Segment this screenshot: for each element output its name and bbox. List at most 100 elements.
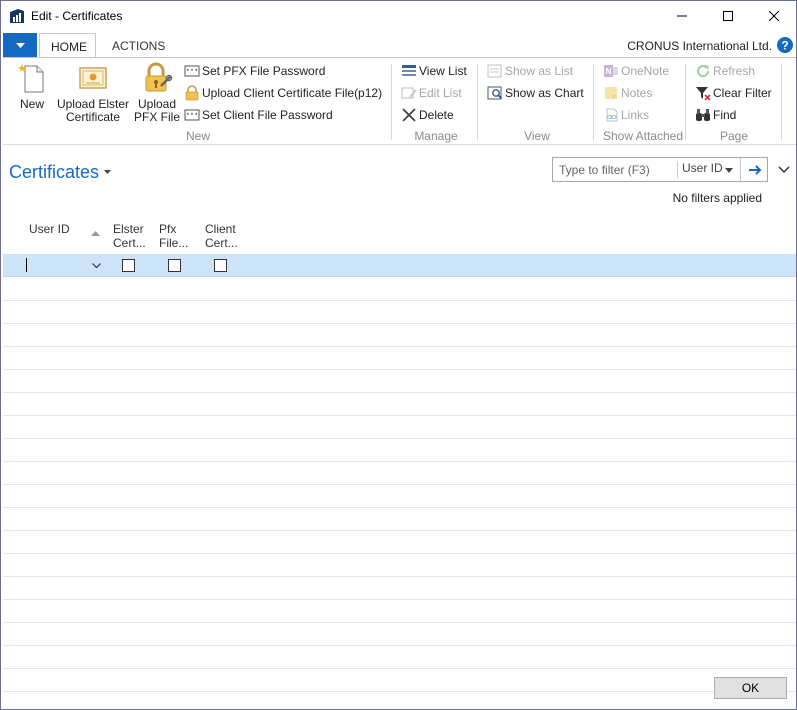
edit-list-button[interactable]: Edit List xyxy=(401,84,462,102)
view-list-button[interactable]: View List xyxy=(401,62,467,80)
show-as-list-button[interactable]: Show as List xyxy=(487,62,573,80)
show-as-list-label: Show as List xyxy=(505,64,574,78)
chevron-down-icon[interactable] xyxy=(92,263,101,268)
lock-icon xyxy=(185,85,199,101)
clear-filter-button[interactable]: Clear Filter xyxy=(695,84,772,102)
empty-table-row xyxy=(3,623,796,646)
group-label-new: New xyxy=(185,129,210,143)
arrow-right-icon xyxy=(748,164,761,175)
set-client-password-button[interactable]: *** Set Client File Password xyxy=(184,106,333,124)
empty-table-row xyxy=(3,485,796,508)
onenote-button[interactable]: N OneNote xyxy=(603,62,669,80)
clear-filter-icon xyxy=(696,87,711,101)
text-cursor xyxy=(26,258,27,272)
tab-home[interactable]: HOME xyxy=(39,33,96,58)
tab-actions[interactable]: ACTIONS xyxy=(101,33,176,57)
set-pfx-password-button[interactable]: *** Set PFX File Password xyxy=(184,62,325,80)
upload-elster-certificate-button[interactable]: Upload Elster Certificate xyxy=(55,62,131,124)
filter-box: User ID xyxy=(552,157,768,182)
column-header-client-certificate[interactable]: Client Cert... xyxy=(205,222,238,250)
links-icon xyxy=(606,108,618,122)
upload-elster-label-2: Certificate xyxy=(65,110,121,124)
lock-key-icon xyxy=(145,62,173,92)
column-header-line-1: Client xyxy=(205,222,236,236)
delete-x-icon xyxy=(402,108,416,122)
refresh-icon xyxy=(697,65,710,78)
upload-client-certificate-button[interactable]: Upload Client Certificate File(p12) xyxy=(184,84,382,102)
empty-table-row xyxy=(3,508,796,531)
empty-table-row xyxy=(3,669,796,692)
refresh-button[interactable]: Refresh xyxy=(695,62,755,80)
find-button[interactable]: Find xyxy=(695,106,736,124)
filter-input[interactable] xyxy=(553,158,677,181)
column-header-line-1: Pfx xyxy=(159,222,177,236)
group-label-show-attached: Show Attached xyxy=(602,129,684,143)
table-row[interactable] xyxy=(3,254,796,277)
empty-table-row xyxy=(3,278,796,301)
chart-magnifier-icon xyxy=(487,86,503,100)
empty-table-row xyxy=(3,554,796,577)
empty-table-row xyxy=(3,577,796,600)
group-separator xyxy=(391,64,392,140)
edit-list-label: Edit List xyxy=(419,86,462,100)
company-name: CRONUS International Ltd. xyxy=(627,39,772,53)
list-view-icon xyxy=(402,65,416,76)
column-header-pfx-file[interactable]: Pfx File... xyxy=(159,222,188,250)
title-bar: Edit - Certificates xyxy=(1,1,796,31)
column-header-line-2: Cert... xyxy=(113,236,146,250)
client-certificate-checkbox[interactable] xyxy=(214,259,227,272)
group-separator xyxy=(593,64,594,140)
empty-table-row xyxy=(3,370,796,393)
close-button[interactable] xyxy=(751,1,797,31)
new-document-icon xyxy=(18,64,44,93)
group-separator xyxy=(477,64,478,140)
notes-button[interactable]: Notes xyxy=(603,84,652,102)
binoculars-icon xyxy=(696,109,710,121)
maximize-icon xyxy=(723,11,733,21)
group-separator xyxy=(781,64,782,140)
empty-table-row xyxy=(3,646,796,669)
edit-list-icon xyxy=(401,87,417,99)
help-icon[interactable]: ? xyxy=(777,37,793,53)
column-header-elster-certificate[interactable]: Elster Cert... xyxy=(113,222,146,250)
delete-label: Delete xyxy=(419,108,454,122)
empty-table-row xyxy=(3,531,796,554)
links-label: Links xyxy=(621,108,650,122)
title-dropdown-icon[interactable] xyxy=(104,170,111,174)
minimize-button[interactable] xyxy=(659,1,705,31)
links-button[interactable]: Links xyxy=(603,106,649,124)
delete-button[interactable]: Delete xyxy=(401,106,454,124)
window-title: Edit - Certificates xyxy=(31,9,123,23)
set-client-password-label: Set Client File Password xyxy=(202,108,333,122)
app-menu-button[interactable] xyxy=(3,33,37,57)
ribbon-tab-row: HOME ACTIONS CRONUS International Ltd. ? xyxy=(1,33,796,58)
column-header-line-2: Cert... xyxy=(205,236,238,250)
maximize-button[interactable] xyxy=(705,1,751,31)
collapse-chevron-icon[interactable] xyxy=(778,166,790,174)
empty-table-row xyxy=(3,462,796,485)
app-logo-icon xyxy=(9,8,25,24)
dialog-window: Edit - Certificates HOME ACTIONS CRONUS … xyxy=(0,0,797,710)
svg-text:***: *** xyxy=(186,69,199,77)
empty-table-row xyxy=(3,324,796,347)
new-button[interactable]: New xyxy=(11,62,53,111)
show-as-chart-label: Show as Chart xyxy=(505,86,584,100)
empty-table-row xyxy=(3,393,796,416)
elster-certificate-checkbox[interactable] xyxy=(122,259,135,272)
ribbon: New Upload Elster Certificate Upload PFX… xyxy=(3,57,796,145)
svg-text:N: N xyxy=(606,67,612,76)
empty-table-row xyxy=(3,600,796,623)
pfx-file-checkbox[interactable] xyxy=(168,259,181,272)
show-as-chart-button[interactable]: Show as Chart xyxy=(487,84,584,102)
page-title[interactable]: Certificates xyxy=(9,162,99,183)
column-header-line-2: File... xyxy=(159,236,189,250)
empty-table-row xyxy=(3,301,796,324)
apply-filter-button[interactable] xyxy=(740,158,768,181)
column-header-user-id[interactable]: User ID xyxy=(29,222,70,236)
upload-pfx-file-button[interactable]: Upload PFX File xyxy=(133,62,181,124)
chevron-down-icon xyxy=(725,168,733,173)
empty-table-row xyxy=(3,347,796,370)
ok-button[interactable]: OK xyxy=(714,677,787,699)
upload-client-certificate-label: Upload Client Certificate File(p12) xyxy=(202,86,383,100)
group-label-view: View xyxy=(524,129,550,143)
